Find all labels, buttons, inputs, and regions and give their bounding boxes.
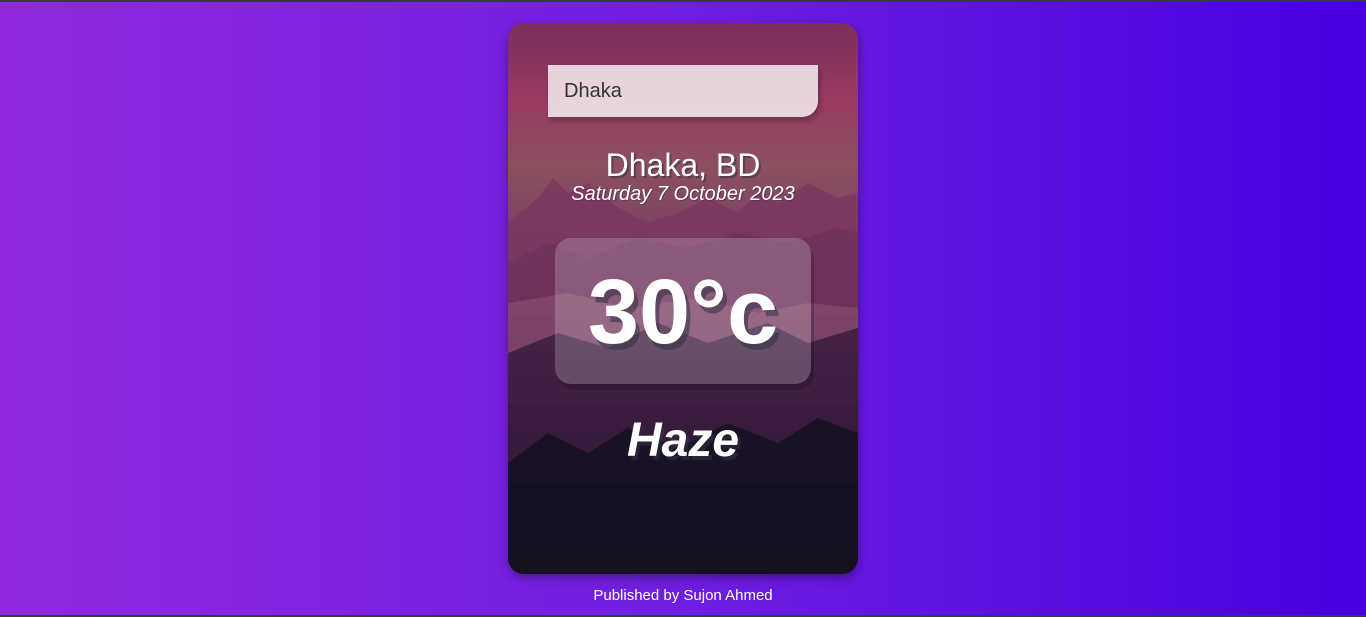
city-search-input[interactable] [548,65,818,117]
footer-credit: Published by Sujon Ahmed [593,587,773,604]
current-date: Saturday 7 October 2023 [571,183,795,205]
temperature-panel: 30°c [555,238,811,384]
weather-card: Dhaka, BD Saturday 7 October 2023 30°c H… [508,23,858,574]
weather-condition: Haze [626,414,740,467]
temperature-value: 30°c [587,261,779,363]
location-name: Dhaka, BD [605,147,761,183]
